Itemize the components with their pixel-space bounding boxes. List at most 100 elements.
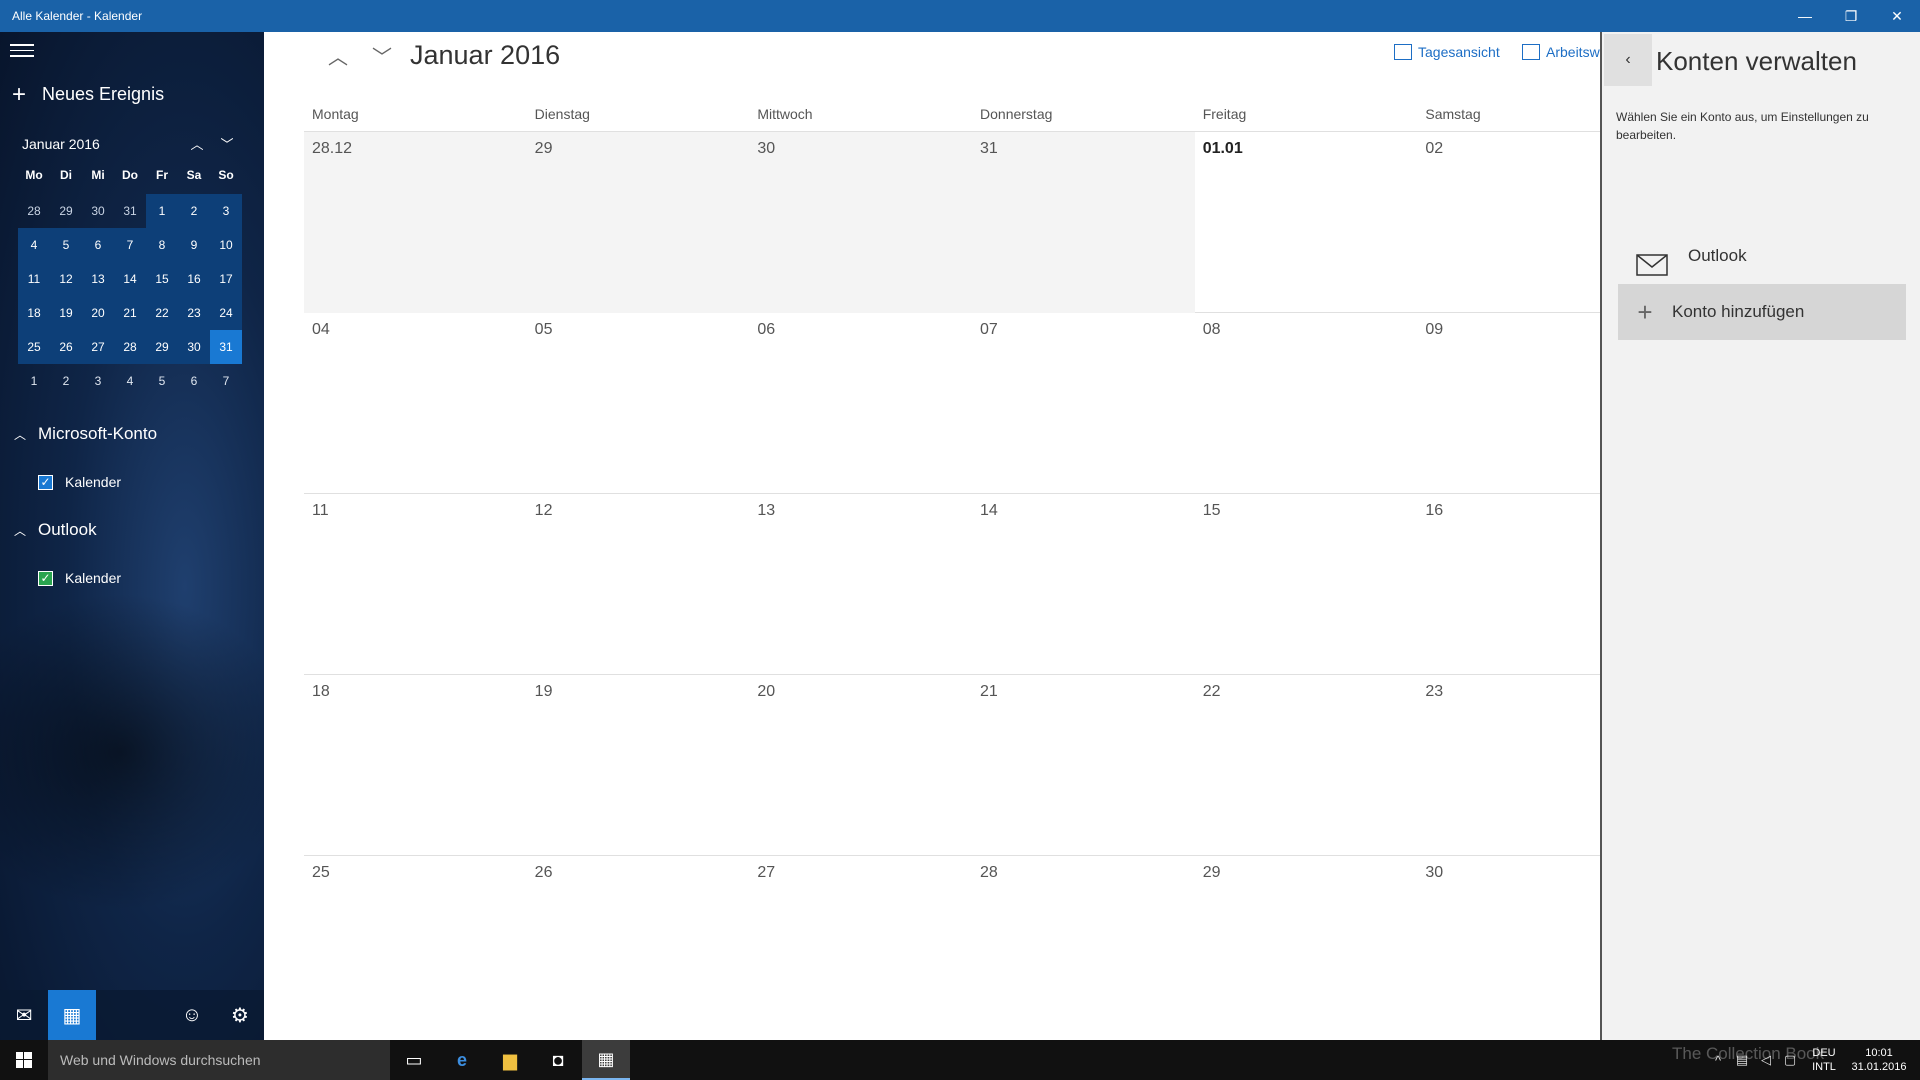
day-cell[interactable]: 29 xyxy=(526,132,750,313)
day-cell[interactable]: 20 xyxy=(749,675,972,856)
mini-day[interactable]: 24 xyxy=(210,296,242,330)
mini-day[interactable]: 16 xyxy=(178,262,210,296)
mini-calendar-prev-icon[interactable]: ︿ xyxy=(182,134,212,153)
mini-day[interactable]: 2 xyxy=(178,194,210,228)
group-microsoft-konto[interactable]: ︿ Microsoft-Konto xyxy=(14,424,157,444)
hamburger-menu-icon[interactable] xyxy=(10,40,34,64)
mini-day[interactable]: 10 xyxy=(210,228,242,262)
calendar-icon[interactable]: ▦ xyxy=(48,990,96,1040)
mini-day[interactable]: 9 xyxy=(178,228,210,262)
day-cell[interactable]: 28.12 xyxy=(304,132,527,313)
mini-day[interactable]: 27 xyxy=(82,330,114,364)
mini-day[interactable]: 28 xyxy=(114,330,146,364)
mini-day[interactable]: 15 xyxy=(146,262,178,296)
mini-day[interactable]: 23 xyxy=(178,296,210,330)
restore-button[interactable]: ❐ xyxy=(1828,0,1874,32)
calendar-app-icon[interactable]: ▦ xyxy=(582,1040,630,1080)
day-cell[interactable]: 30 xyxy=(1417,856,1600,1037)
mini-day[interactable]: 5 xyxy=(146,364,178,398)
taskbar-search-box[interactable]: Web und Windows durchsuchen xyxy=(48,1040,390,1080)
day-cell[interactable]: 26 xyxy=(527,856,750,1037)
mini-day[interactable]: 26 xyxy=(50,330,82,364)
file-explorer-icon[interactable]: ▆ xyxy=(486,1040,534,1080)
mini-calendar-next-icon[interactable]: ﹀ xyxy=(212,134,242,153)
day-cell[interactable]: 30 xyxy=(749,132,973,313)
mini-day[interactable]: 5 xyxy=(50,228,82,262)
mini-day[interactable]: 7 xyxy=(210,364,242,398)
close-button[interactable]: ✕ xyxy=(1874,0,1920,32)
mini-day-selected[interactable]: 31 xyxy=(210,330,242,364)
group-outlook[interactable]: ︿ Outlook xyxy=(14,520,97,540)
account-item-outlook[interactable]: Outlook xyxy=(1616,210,1906,280)
day-cell[interactable]: 13 xyxy=(749,494,972,675)
day-cell[interactable]: 05 xyxy=(527,313,750,494)
day-cell[interactable]: 16 xyxy=(1417,494,1600,675)
day-cell[interactable]: 01.01 xyxy=(1195,132,1418,313)
mini-day[interactable]: 28 xyxy=(18,194,50,228)
mini-day[interactable]: 4 xyxy=(18,228,50,262)
previous-month-icon[interactable]: ︿ xyxy=(316,41,360,70)
store-icon[interactable]: ◘ xyxy=(534,1040,582,1080)
task-view-icon[interactable]: ▭ xyxy=(390,1040,438,1080)
day-cell[interactable]: 12 xyxy=(527,494,750,675)
day-cell[interactable]: 22 xyxy=(1195,675,1418,856)
day-cell[interactable]: 04 xyxy=(304,313,527,494)
day-cell[interactable]: 15 xyxy=(1195,494,1418,675)
calendar-item-microsoft[interactable]: ✓ Kalender xyxy=(38,474,121,490)
mini-day[interactable]: 1 xyxy=(18,364,50,398)
day-cell[interactable]: 23 xyxy=(1417,675,1600,856)
day-cell[interactable]: 08 xyxy=(1195,313,1418,494)
minimize-button[interactable]: — xyxy=(1782,0,1828,32)
day-cell[interactable]: 07 xyxy=(972,313,1195,494)
day-cell[interactable]: 19 xyxy=(527,675,750,856)
day-cell[interactable]: 25 xyxy=(304,856,527,1037)
mini-day[interactable]: 29 xyxy=(50,194,82,228)
mini-day[interactable]: 3 xyxy=(210,194,242,228)
mini-day[interactable]: 3 xyxy=(82,364,114,398)
mini-day[interactable]: 2 xyxy=(50,364,82,398)
mini-day[interactable]: 11 xyxy=(18,262,50,296)
mini-day[interactable]: 22 xyxy=(146,296,178,330)
mini-day[interactable]: 30 xyxy=(82,194,114,228)
mini-day[interactable]: 31 xyxy=(114,194,146,228)
add-account-button[interactable]: + Konto hinzufügen xyxy=(1618,284,1906,340)
day-cell[interactable]: 11 xyxy=(304,494,527,675)
day-cell[interactable]: 06 xyxy=(749,313,972,494)
day-cell[interactable]: 14 xyxy=(972,494,1195,675)
mini-day[interactable]: 6 xyxy=(178,364,210,398)
day-cell[interactable]: 21 xyxy=(972,675,1195,856)
checkbox-checked-icon[interactable]: ✓ xyxy=(38,474,53,490)
mini-day[interactable]: 19 xyxy=(50,296,82,330)
day-cell[interactable]: 09 xyxy=(1417,313,1600,494)
mini-day[interactable]: 4 xyxy=(114,364,146,398)
mini-day[interactable]: 8 xyxy=(146,228,178,262)
clock[interactable]: 10:01 31.01.2016 xyxy=(1846,1046,1912,1074)
back-arrow-icon[interactable]: ‹ xyxy=(1604,34,1652,86)
day-view-button[interactable]: Tagesansicht xyxy=(1394,44,1500,60)
mini-day[interactable]: 7 xyxy=(114,228,146,262)
mini-day[interactable]: 29 xyxy=(146,330,178,364)
mini-day[interactable]: 12 xyxy=(50,262,82,296)
mail-icon[interactable]: ✉ xyxy=(0,990,48,1040)
day-cell[interactable]: 02 xyxy=(1417,132,1600,313)
edge-browser-icon[interactable]: e xyxy=(438,1040,486,1080)
mini-day[interactable]: 14 xyxy=(114,262,146,296)
next-month-icon[interactable]: ﹀ xyxy=(360,41,404,70)
feedback-smiley-icon[interactable]: ☺ xyxy=(168,990,216,1040)
workweek-view-button[interactable]: Arbeitsw xyxy=(1522,44,1600,60)
mini-day[interactable]: 21 xyxy=(114,296,146,330)
day-cell[interactable]: 28 xyxy=(972,856,1195,1037)
mini-day[interactable]: 17 xyxy=(210,262,242,296)
day-cell[interactable]: 18 xyxy=(304,675,527,856)
windows-start-icon[interactable] xyxy=(0,1040,48,1080)
mini-day[interactable]: 1 xyxy=(146,194,178,228)
day-cell[interactable]: 29 xyxy=(1195,856,1418,1037)
mini-day[interactable]: 18 xyxy=(18,296,50,330)
new-event-button[interactable]: + Neues Ereignis xyxy=(12,82,164,106)
day-cell[interactable]: 31 xyxy=(972,132,1195,313)
settings-gear-icon[interactable]: ⚙ xyxy=(216,990,264,1040)
mini-day[interactable]: 25 xyxy=(18,330,50,364)
calendar-item-outlook[interactable]: ✓ Kalender xyxy=(38,570,121,586)
mini-day[interactable]: 30 xyxy=(178,330,210,364)
checkbox-checked-icon[interactable]: ✓ xyxy=(38,570,53,586)
